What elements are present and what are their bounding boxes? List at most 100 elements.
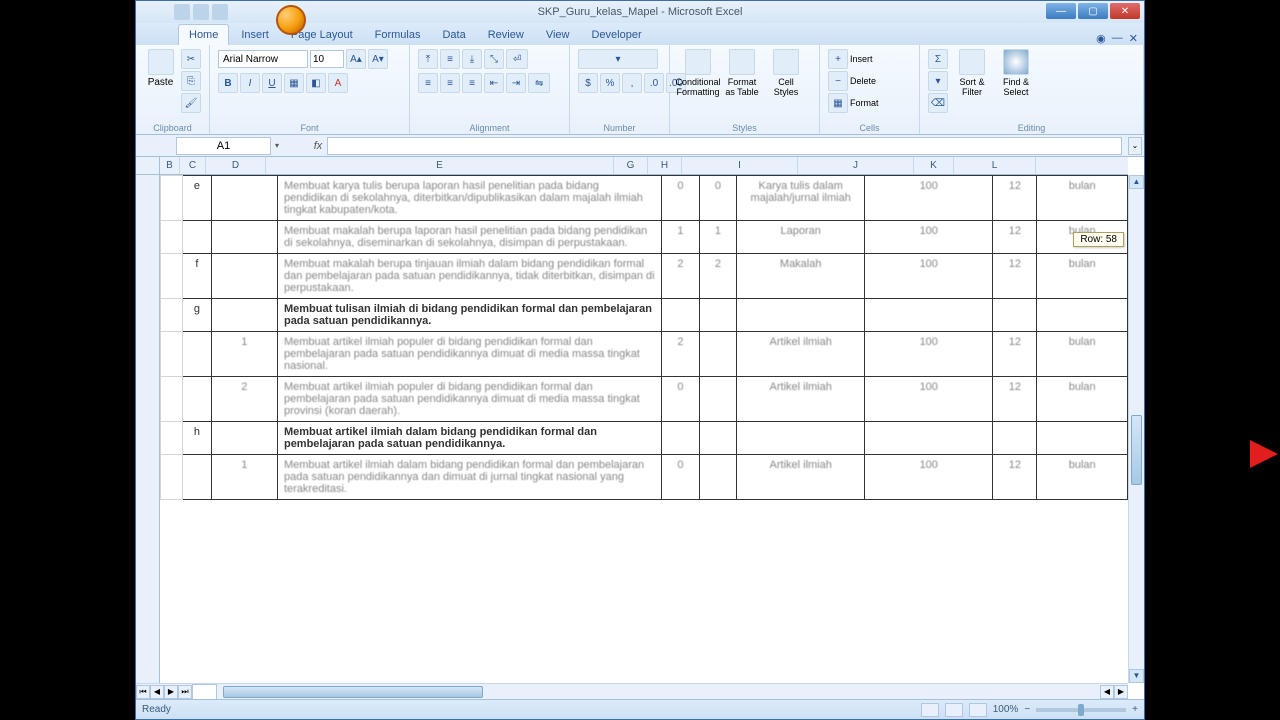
cell[interactable]: Membuat artikel ilmiah dalam bidang pend… (277, 455, 661, 500)
table-row[interactable]: eMembuat karya tulis berupa laporan hasi… (161, 176, 1128, 221)
cell[interactable] (699, 377, 737, 422)
cell[interactable]: 100 (865, 377, 993, 422)
cell[interactable] (699, 299, 737, 332)
cell[interactable] (865, 299, 993, 332)
underline-icon[interactable]: U (262, 73, 282, 93)
column-header-D[interactable]: D (206, 157, 266, 174)
cell[interactable] (211, 221, 277, 254)
cell[interactable]: 2 (662, 254, 700, 299)
cell[interactable]: Membuat artikel ilmiah populer di bidang… (277, 377, 661, 422)
cell[interactable]: 1 (662, 221, 700, 254)
format-cells-icon[interactable]: ▦ (828, 93, 848, 113)
vertical-scrollbar[interactable]: ▲ ▼ (1128, 175, 1144, 683)
shrink-font-icon[interactable]: A▾ (368, 49, 388, 69)
name-box[interactable] (176, 137, 271, 155)
scroll-down-icon[interactable]: ▼ (1129, 669, 1144, 683)
cell[interactable]: bulan (1037, 377, 1128, 422)
cell[interactable]: Laporan (737, 221, 865, 254)
currency-icon[interactable]: $ (578, 73, 598, 93)
cell[interactable]: 12 (993, 176, 1037, 221)
column-header-L[interactable]: L (954, 157, 1036, 174)
zoom-out-icon[interactable]: − (1024, 704, 1030, 715)
font-color-icon[interactable]: A (328, 73, 348, 93)
tab-nav-prev-icon[interactable]: ◀ (150, 685, 164, 699)
page-layout-view-icon[interactable] (945, 703, 963, 717)
cell[interactable]: 2 (699, 254, 737, 299)
scroll-left-icon[interactable]: ◀ (1100, 685, 1114, 699)
cell[interactable]: 2 (662, 332, 700, 377)
cell[interactable]: 1 (699, 221, 737, 254)
bold-icon[interactable]: B (218, 73, 238, 93)
paste-button[interactable]: Paste (144, 49, 177, 88)
cell[interactable]: 12 (993, 377, 1037, 422)
cell[interactable]: bulan (1037, 332, 1128, 377)
cell[interactable] (662, 422, 700, 455)
cell[interactable] (662, 299, 700, 332)
cell[interactable]: Makalah (737, 254, 865, 299)
column-header-K[interactable]: K (914, 157, 954, 174)
tab-nav-last-icon[interactable]: ⏭ (178, 685, 192, 699)
align-center-icon[interactable]: ≡ (440, 73, 460, 93)
align-top-icon[interactable]: ⤒ (418, 49, 438, 69)
comma-icon[interactable]: , (622, 73, 642, 93)
cell[interactable]: 12 (993, 254, 1037, 299)
close-button[interactable]: ✕ (1110, 3, 1140, 19)
tab-insert[interactable]: Insert (231, 25, 279, 45)
formula-bar[interactable] (327, 137, 1122, 155)
sheet-tab[interactable] (192, 684, 217, 700)
cell[interactable] (993, 299, 1037, 332)
namebox-dropdown-icon[interactable]: ▾ (275, 141, 279, 150)
qat-undo-icon[interactable] (193, 4, 209, 20)
help-icon[interactable]: ◉ (1096, 32, 1106, 45)
cell[interactable] (183, 455, 212, 500)
tab-review[interactable]: Review (478, 25, 534, 45)
cell[interactable] (211, 422, 277, 455)
cell-styles-button[interactable]: Cell Styles (766, 49, 806, 97)
cell[interactable]: 0 (699, 176, 737, 221)
cell[interactable] (699, 422, 737, 455)
cell[interactable]: 0 (662, 377, 700, 422)
cell[interactable] (161, 422, 183, 455)
table-row[interactable]: 1Membuat artikel ilmiah populer di bidan… (161, 332, 1128, 377)
column-header-H[interactable]: H (648, 157, 682, 174)
cell[interactable] (993, 422, 1037, 455)
vscroll-thumb[interactable] (1131, 415, 1142, 485)
tab-nav-next-icon[interactable]: ▶ (164, 685, 178, 699)
align-middle-icon[interactable]: ≡ (440, 49, 460, 69)
page-break-view-icon[interactable] (969, 703, 987, 717)
font-size-select[interactable] (310, 50, 344, 68)
find-select-button[interactable]: Find & Select (996, 49, 1036, 97)
normal-view-icon[interactable] (921, 703, 939, 717)
cell[interactable] (183, 377, 212, 422)
cell[interactable]: 12 (993, 221, 1037, 254)
cell[interactable]: bulan (1037, 254, 1128, 299)
select-all-corner[interactable] (136, 157, 160, 174)
copy-icon[interactable]: ⎘ (181, 71, 201, 91)
cell[interactable]: 0 (662, 176, 700, 221)
border-icon[interactable]: ▦ (284, 73, 304, 93)
table-row[interactable]: fMembuat makalah berupa tinjauan ilmiah … (161, 254, 1128, 299)
fill-color-icon[interactable]: ◧ (306, 73, 326, 93)
office-button[interactable] (276, 5, 306, 35)
fill-icon[interactable]: ▾ (928, 71, 948, 91)
percent-icon[interactable]: % (600, 73, 620, 93)
cell[interactable] (699, 455, 737, 500)
table-row[interactable]: hMembuat artikel ilmiah dalam bidang pen… (161, 422, 1128, 455)
cell[interactable] (183, 332, 212, 377)
cell[interactable] (161, 455, 183, 500)
wrap-text-icon[interactable]: ⏎ (506, 49, 528, 69)
cell[interactable] (161, 299, 183, 332)
table-row[interactable]: gMembuat tulisan ilmiah di bidang pendid… (161, 299, 1128, 332)
cell[interactable]: 12 (993, 455, 1037, 500)
cut-icon[interactable]: ✂ (181, 49, 201, 69)
cell[interactable]: Membuat artikel ilmiah populer di bidang… (277, 332, 661, 377)
zoom-slider[interactable] (1036, 708, 1126, 712)
insert-cells-icon[interactable]: + (828, 49, 848, 69)
cell[interactable] (211, 254, 277, 299)
cell[interactable]: 12 (993, 332, 1037, 377)
worksheet-grid[interactable]: eMembuat karya tulis berupa laporan hasi… (160, 175, 1128, 500)
zoom-in-icon[interactable]: + (1132, 704, 1138, 715)
tab-data[interactable]: Data (432, 25, 475, 45)
cell[interactable]: 100 (865, 176, 993, 221)
tab-formulas[interactable]: Formulas (365, 25, 431, 45)
